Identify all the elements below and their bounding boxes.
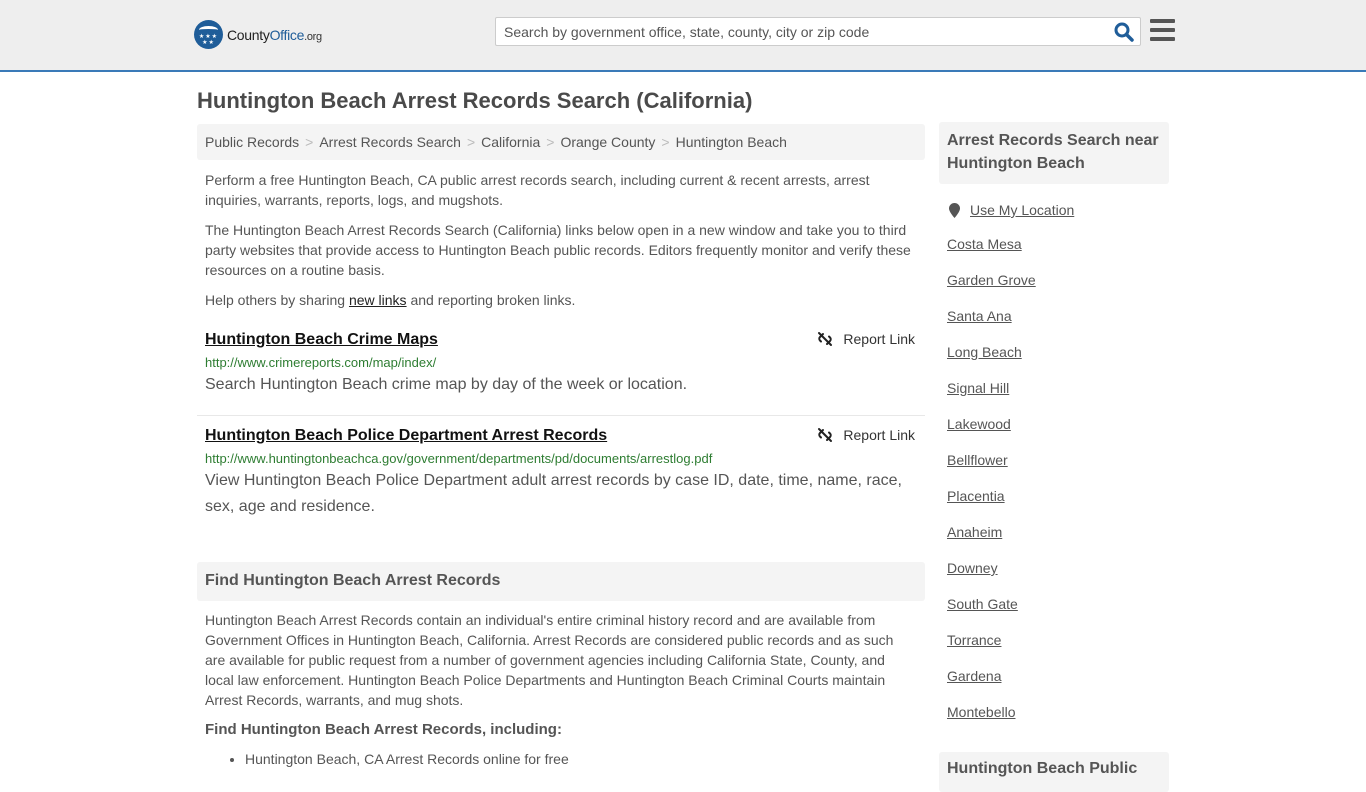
use-my-location[interactable]: Use My Location	[939, 202, 1169, 218]
nearby-cities-list: Costa Mesa Garden Grove Santa Ana Long B…	[939, 226, 1169, 730]
search-icon	[1114, 22, 1134, 42]
result-item: Huntington Beach Crime Maps Report Link …	[197, 330, 925, 416]
sidebar-heading-public: Huntington Beach Public	[939, 752, 1169, 792]
breadcrumb: Public Records > Arrest Records Search > Cal…	[197, 124, 925, 160]
city-link-lakewood[interactable]: Lakewood	[947, 406, 1169, 442]
city-link-santa-ana[interactable]: Santa Ana	[947, 298, 1169, 334]
result-title-link[interactable]: Huntington Beach Crime Maps	[205, 330, 438, 350]
find-records-heading: Find Huntington Beach Arrest Records	[197, 562, 925, 601]
logo-wordmark: CountyOffice.org	[227, 26, 322, 43]
breadcrumb-public-records[interactable]: Public Records	[205, 134, 299, 150]
intro-paragraph: The Huntington Beach Arrest Records Sear…	[205, 222, 911, 278]
city-link-south-gate[interactable]: South Gate	[947, 586, 1169, 622]
report-link-button[interactable]: Report Link	[817, 331, 915, 347]
city-link-bellflower[interactable]: Bellflower	[947, 442, 1169, 478]
eagle-logo-icon: ★★★ ★★	[194, 20, 223, 49]
breadcrumb-orange-county[interactable]: Orange County	[560, 134, 655, 150]
city-link-torrance[interactable]: Torrance	[947, 622, 1169, 658]
broken-link-icon	[818, 332, 833, 346]
breadcrumb-california[interactable]: California	[481, 134, 540, 150]
search-input[interactable]	[496, 18, 1106, 45]
top-header: ★★★ ★★ CountyOffice.org	[0, 0, 1366, 72]
breadcrumb-current: Huntington Beach	[675, 134, 787, 150]
intro-paragraph: Perform a free Huntington Beach, CA publ…	[205, 172, 870, 208]
search-button[interactable]	[1114, 22, 1134, 42]
breadcrumb-separator: >	[661, 134, 670, 150]
breadcrumb-separator: >	[305, 134, 314, 150]
result-title-link[interactable]: Huntington Beach Police Department Arres…	[205, 426, 607, 446]
city-link-downey[interactable]: Downey	[947, 550, 1169, 586]
intro-text: Perform a free Huntington Beach, CA publ…	[197, 170, 925, 310]
result-description: Search Huntington Beach crime map by day…	[205, 376, 688, 393]
list-item: Huntington Beach, CA Arrest Records onli…	[245, 749, 917, 769]
city-link-costa-mesa[interactable]: Costa Mesa	[947, 226, 1169, 262]
city-link-montebello[interactable]: Montebello	[947, 694, 1169, 730]
broken-link-icon	[818, 428, 833, 442]
use-my-location-link[interactable]: Use My Location	[970, 202, 1074, 218]
page-title: Huntington Beach Arrest Records Search (…	[197, 88, 753, 113]
main-content: Public Records > Arrest Records Search > Cal…	[197, 124, 925, 769]
result-description: View Huntington Beach Police Department …	[205, 472, 902, 515]
report-link-label: Report Link	[843, 331, 915, 347]
city-link-anaheim[interactable]: Anaheim	[947, 514, 1169, 550]
share-links-paragraph: Help others by sharing new links and rep…	[205, 292, 576, 308]
result-url: http://www.crimereports.com/map/index/	[205, 355, 437, 370]
sidebar: Arrest Records Search near Huntington Be…	[939, 122, 1169, 792]
report-link-label: Report Link	[843, 427, 915, 443]
city-link-garden-grove[interactable]: Garden Grove	[947, 262, 1169, 298]
find-records-subheading: Find Huntington Beach Arrest Records, in…	[205, 721, 562, 738]
breadcrumb-arrest-records-search[interactable]: Arrest Records Search	[319, 134, 461, 150]
find-records-body: Huntington Beach Arrest Records contain …	[205, 612, 894, 708]
search-bar	[495, 17, 1141, 46]
city-link-signal-hill[interactable]: Signal Hill	[947, 370, 1169, 406]
find-records-list: Huntington Beach, CA Arrest Records onli…	[197, 749, 925, 769]
map-pin-icon	[949, 202, 960, 218]
result-url: http://www.huntingtonbeachca.gov/governm…	[205, 451, 713, 466]
result-item: Huntington Beach Police Department Arres…	[197, 426, 925, 520]
breadcrumb-separator: >	[546, 134, 555, 150]
site-logo[interactable]: ★★★ ★★ CountyOffice.org	[194, 20, 322, 49]
city-link-long-beach[interactable]: Long Beach	[947, 334, 1169, 370]
sidebar-heading: Arrest Records Search near Huntington Be…	[939, 122, 1169, 184]
new-links-link[interactable]: new links	[349, 292, 407, 308]
city-link-placentia[interactable]: Placentia	[947, 478, 1169, 514]
hamburger-menu-icon	[1150, 19, 1175, 23]
hamburger-menu-button[interactable]	[1150, 19, 1175, 41]
report-link-button[interactable]: Report Link	[817, 427, 915, 443]
city-link-gardena[interactable]: Gardena	[947, 658, 1169, 694]
breadcrumb-separator: >	[466, 134, 476, 150]
